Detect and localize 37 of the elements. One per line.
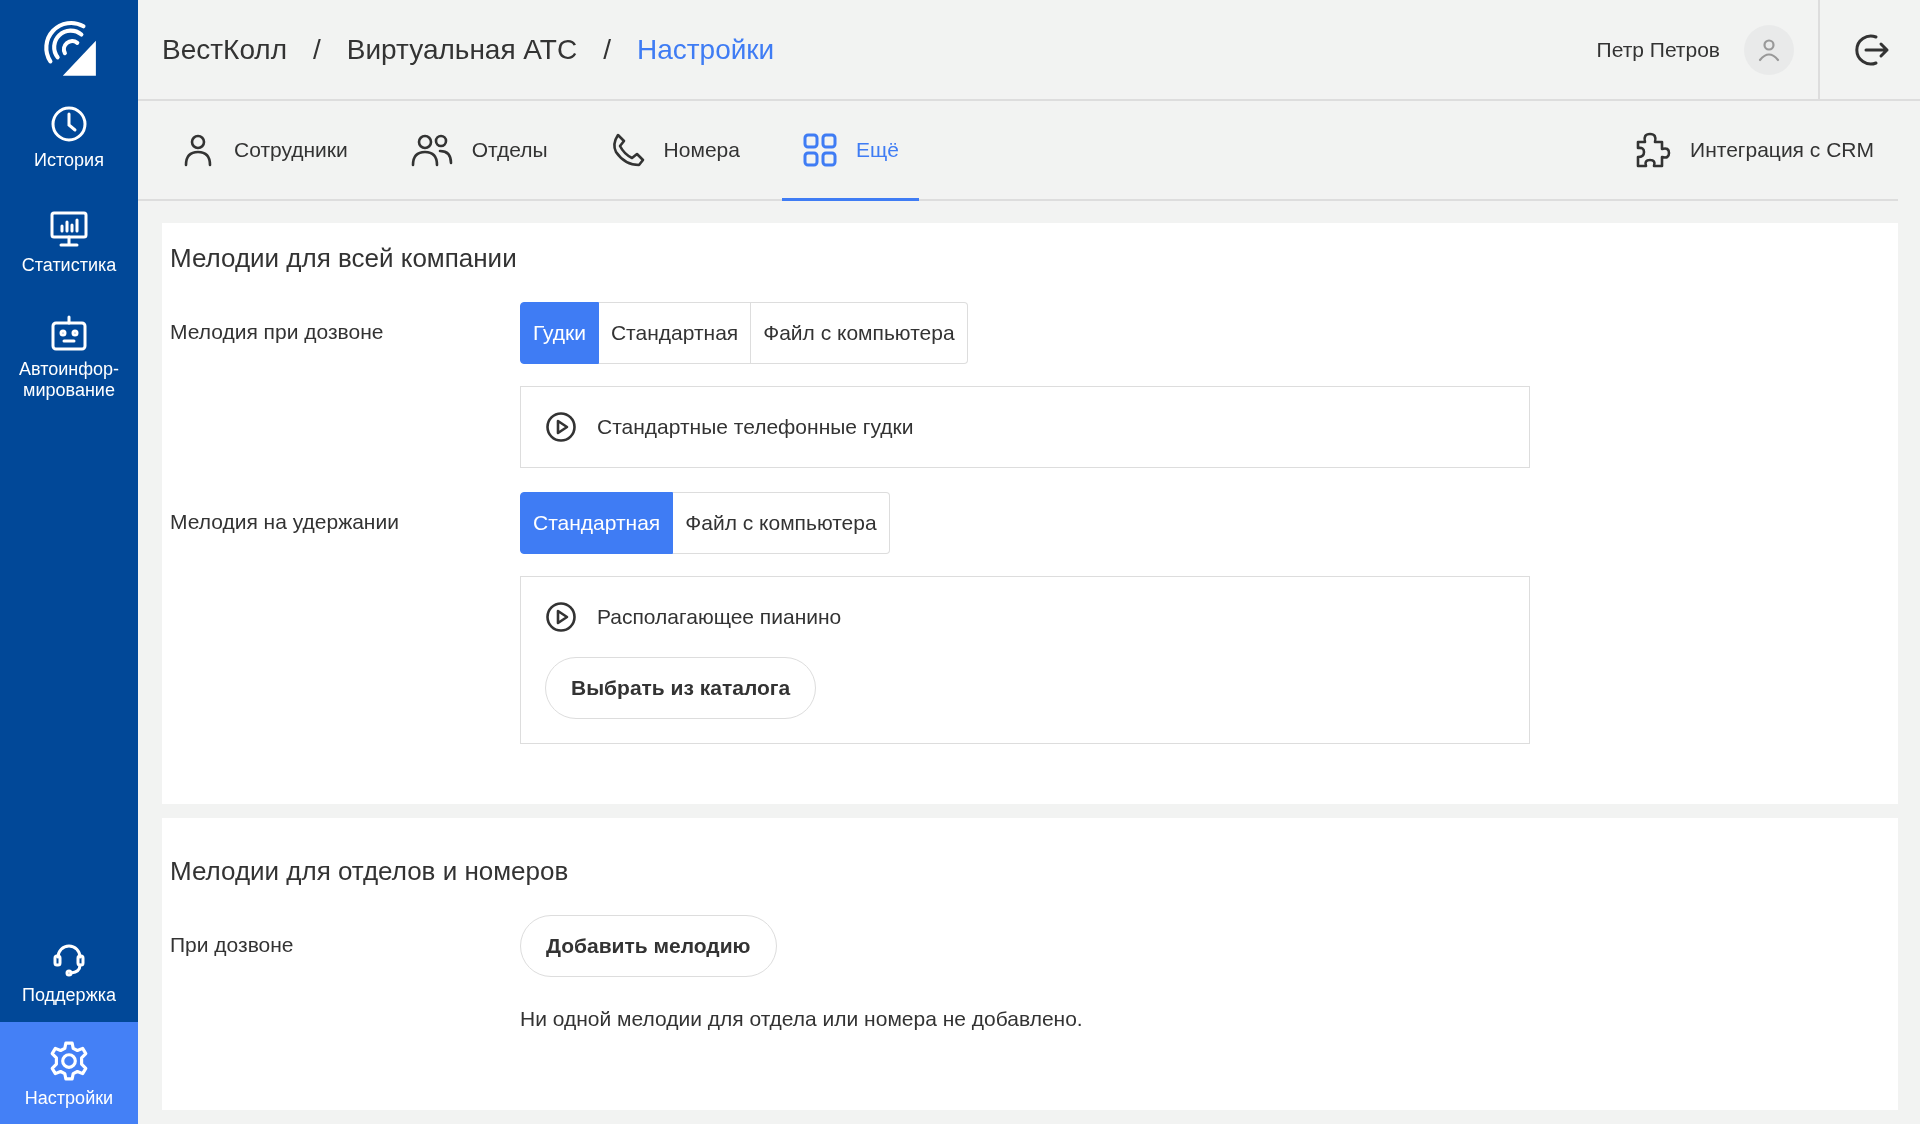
segment-option[interactable]: Стандартная <box>520 492 674 554</box>
play-icon[interactable] <box>545 411 577 443</box>
empty-note: Ни одной мелодии для отдела или номера не добавлено. <box>520 1007 1083 1031</box>
breadcrumb-link[interactable]: ВестКолл <box>162 33 287 66</box>
segment-option[interactable]: Файл с компьютера <box>673 492 890 554</box>
play-icon[interactable] <box>545 601 577 633</box>
tab[interactable]: Ещё <box>781 101 919 201</box>
grid-icon <box>801 131 838 168</box>
breadcrumb-link[interactable]: Виртуальная АТС <box>346 33 578 66</box>
add-melody-button[interactable]: Добавить мелодию <box>520 915 777 977</box>
crm-integration-link[interactable]: Интеграция с CRM <box>1612 101 1894 201</box>
field-label: Мелодия при дозвоне <box>170 319 385 345</box>
robot-icon <box>49 313 89 354</box>
user-name[interactable]: Петр Петров <box>1596 37 1720 62</box>
melody-name: Стандартные телефонные гудки <box>597 415 914 439</box>
section-title: Мелодии для всей компании <box>170 243 518 274</box>
field-label: Мелодия на удержании <box>170 509 400 535</box>
clock-icon <box>49 104 89 144</box>
settings-icon <box>48 1039 90 1082</box>
segment-option[interactable]: Гудки <box>520 302 599 364</box>
breadcrumb-separator: / <box>603 33 611 66</box>
choose-from-catalog-button[interactable]: Выбрать из каталога <box>545 657 817 719</box>
segment-option[interactable]: Стандартная <box>598 302 752 364</box>
breadcrumb-separator: / <box>313 33 321 66</box>
tab[interactable]: Номера <box>589 101 760 201</box>
field-label: При дозвоне <box>170 932 295 958</box>
section-title: Мелодии для отделов и номеров <box>170 856 570 887</box>
sidebar-item[interactable]: Настройки <box>0 1022 138 1124</box>
tab[interactable]: Сотрудники <box>160 101 368 201</box>
sidebar-item[interactable]: Автоинфор- мирование <box>0 303 138 411</box>
segment-option[interactable]: Файл с компьютера <box>751 302 968 364</box>
breadcrumb-link[interactable]: Настройки <box>636 33 775 66</box>
sidebar-item[interactable]: Статистика <box>0 198 138 286</box>
tab[interactable]: Отделы <box>389 101 568 201</box>
sidebar-item[interactable]: Поддержка <box>0 920 138 1022</box>
melody-name: Располагающее пианино <box>597 605 842 629</box>
sidebar-item[interactable]: История <box>0 94 138 181</box>
